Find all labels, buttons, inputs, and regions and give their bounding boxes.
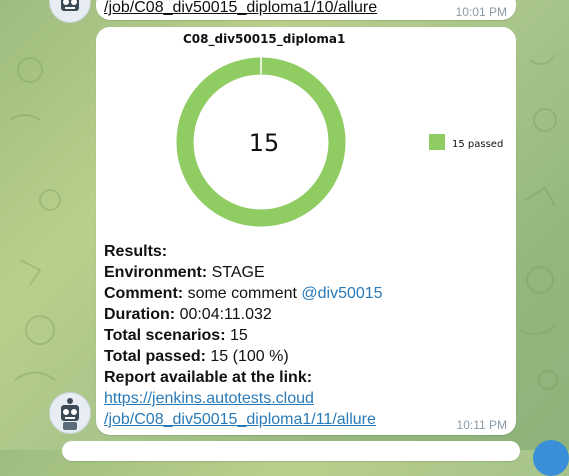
donut-chart: 15 15 passed [176,57,503,227]
prev-message-bubble: /job/C08_div50015_diploma1/10/allure 10:… [96,0,516,20]
message-time: 10:11 PM [456,418,507,432]
bot-avatar[interactable] [49,0,91,23]
comment-line: Comment: some comment @div50015 [104,285,383,302]
scroll-down-button[interactable] [533,440,569,476]
prev-report-link[interactable]: /job/C08_div50015_diploma1/10/allure [104,0,377,18]
legend-swatch-passed [429,134,445,150]
legend-label-passed: 15 passed [452,139,503,150]
mention-link[interactable]: @div50015 [301,285,382,302]
report-link[interactable]: https://jenkins.autotests.cloud [104,390,314,407]
prev-message-time: 10:01 PM [455,5,507,19]
environment-line: Environment: STAGE [104,264,265,281]
scenarios-line: Total scenarios: 15 [104,327,248,344]
report-link-path[interactable]: /job/C08_div50015_diploma1/11/allure [104,411,376,428]
next-message-bubble [62,441,520,461]
chart-center-value: 15 [249,129,280,157]
report-message-bubble: C08_div50015_diploma1 15 15 passed Resul… [96,27,516,435]
report-label: Report available at the link: [104,369,313,386]
robot-icon [61,398,79,430]
chart-image[interactable]: C08_div50015_diploma1 15 15 passed [96,27,516,237]
duration-line: Duration: 00:04:11.032 [104,306,272,323]
bot-avatar[interactable] [49,392,91,434]
passed-line: Total passed: 15 (100 %) [104,348,289,365]
robot-icon [61,0,79,11]
results-heading: Results: [104,243,168,260]
